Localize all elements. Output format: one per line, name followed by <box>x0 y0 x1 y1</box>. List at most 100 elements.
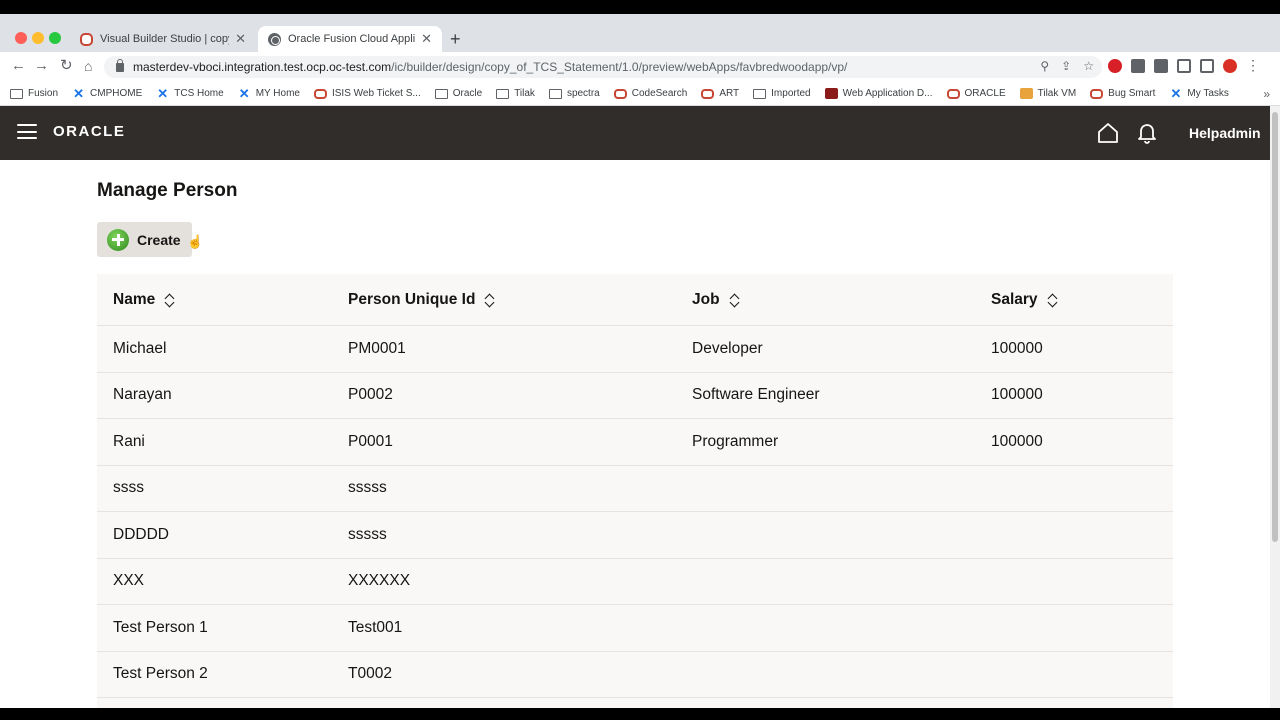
bookmark-label: ORACLE <box>964 88 1006 99</box>
app-extension-icon[interactable] <box>1131 59 1145 73</box>
bookmark-item[interactable]: Bug Smart <box>1090 88 1155 99</box>
browser-window: Visual Builder Studio | copy_of_TCS_Stat… <box>0 14 1280 708</box>
bookmark-item[interactable]: ✕ TCS Home <box>156 86 223 101</box>
bookmark-item[interactable]: ✕ CMPHOME <box>72 86 142 101</box>
table-row[interactable]: Test Person 2 T0002 <box>97 652 1173 698</box>
close-window-button[interactable] <box>15 32 27 44</box>
bookmark-label: Tilak VM <box>1037 88 1077 99</box>
bookmark-label: Tilak <box>514 88 535 99</box>
reload-icon[interactable]: ↻ <box>60 58 73 74</box>
column-header-name[interactable]: Name <box>113 274 175 325</box>
cell-name: Test Person 1 <box>113 618 208 636</box>
opera-extension-icon[interactable] <box>1108 59 1122 73</box>
sort-icon[interactable] <box>1048 293 1058 307</box>
cell-name: DDDDD <box>113 525 169 543</box>
table-row[interactable]: Narayan P0002 Software Engineer 100000 <box>97 373 1173 419</box>
tab-visual-builder[interactable]: Visual Builder Studio | copy_of_TCS_Stat… <box>70 26 256 52</box>
cell-person-id: T0002 <box>348 665 392 683</box>
puzzle-icon[interactable] <box>1154 59 1168 73</box>
user-menu[interactable]: Helpadmin <box>1189 125 1261 141</box>
scrollbar-thumb[interactable] <box>1272 112 1278 542</box>
bookmark-favicon-icon <box>824 88 838 99</box>
bookmark-favicon-icon <box>701 88 715 99</box>
bookmark-item[interactable]: ART <box>701 88 739 99</box>
bookmark-item[interactable]: Oracle <box>434 88 482 99</box>
oracle-icon <box>80 32 93 46</box>
add-icon <box>107 228 129 251</box>
close-icon[interactable]: ✕ <box>421 31 432 47</box>
table-row[interactable]: Test Person 3 T0003 <box>97 698 1173 708</box>
tab-oracle-fusion[interactable]: Oracle Fusion Cloud Applications ✕ <box>258 26 442 52</box>
cell-person-id: Test001 <box>348 618 403 636</box>
cell-salary: 100000 <box>991 339 1043 357</box>
maximize-window-button[interactable] <box>49 32 61 44</box>
bookmark-item[interactable]: spectra <box>548 88 600 99</box>
column-header-job[interactable]: Job <box>692 274 740 325</box>
bookmark-item[interactable]: CodeSearch <box>613 88 688 99</box>
table-row[interactable]: Michael PM0001 Developer 100000 <box>97 326 1173 373</box>
table-row[interactable]: Test Person 1 Test001 <box>97 605 1173 652</box>
bookmark-label: CodeSearch <box>631 88 688 99</box>
star-icon[interactable]: ☆ <box>1083 59 1094 73</box>
close-icon[interactable]: ✕ <box>235 31 246 47</box>
column-header-salary[interactable]: Salary <box>991 274 1058 325</box>
bookmark-label: My Tasks <box>1187 88 1229 99</box>
forward-icon[interactable]: → <box>34 58 49 74</box>
sort-icon[interactable] <box>730 293 740 307</box>
bookmark-item[interactable]: ORACLE <box>946 88 1006 99</box>
cell-job: Programmer <box>692 432 779 450</box>
bookmark-label: Imported <box>771 88 811 99</box>
bookmark-item[interactable]: Web Application D... <box>824 88 933 99</box>
person-table: Name Person Unique Id Job Salary Michael… <box>97 274 1173 708</box>
column-header-person-unique-id[interactable]: Person Unique Id <box>348 274 495 325</box>
bookmark-item[interactable]: ISIS Web Ticket S... <box>313 88 421 99</box>
bookmark-item[interactable]: ✕ My Tasks <box>1169 87 1229 100</box>
table-row[interactable]: Rani P0001 Programmer 100000 <box>97 419 1173 466</box>
cell-salary: 100000 <box>991 432 1043 450</box>
create-button[interactable]: Create <box>97 222 192 257</box>
hamburger-menu-icon[interactable] <box>17 124 37 139</box>
bookmarks-overflow-icon[interactable]: » <box>1263 87 1270 101</box>
new-tab-button[interactable]: + <box>450 30 461 48</box>
bookmark-item[interactable]: Tilak VM <box>1019 88 1077 99</box>
cell-person-id: sssss <box>348 525 387 543</box>
minimize-window-button[interactable] <box>32 32 44 44</box>
cross-icon: ✕ <box>73 86 84 101</box>
page-scrollbar[interactable] <box>1270 106 1280 708</box>
table-row[interactable]: DDDDD sssss <box>97 512 1173 559</box>
sort-icon[interactable] <box>485 293 495 307</box>
cell-person-id: XXXXXX <box>348 572 411 590</box>
profile-avatar[interactable] <box>1223 59 1237 73</box>
cell-person-id: T0003 <box>348 698 392 708</box>
bookmark-label: ART <box>719 88 740 99</box>
address-bar[interactable]: masterdev-vboci.integration.test.ocp.oc-… <box>104 56 1102 78</box>
home-button-icon[interactable]: ⌂ <box>84 58 92 74</box>
column-label: Person Unique Id <box>348 290 476 308</box>
column-label: Salary <box>991 290 1038 308</box>
bell-icon[interactable] <box>1137 122 1157 144</box>
cast-icon[interactable] <box>1177 59 1191 73</box>
bookmark-item[interactable]: Imported <box>753 88 811 99</box>
back-icon[interactable]: ← <box>11 58 26 74</box>
bookmark-label: Fusion <box>28 88 59 99</box>
folder-icon <box>434 88 448 99</box>
cell-name: Rani <box>113 432 145 450</box>
side-panel-icon[interactable] <box>1200 59 1214 73</box>
table-row[interactable]: ssss sssss <box>97 466 1173 512</box>
zoom-icon[interactable]: ⚲ <box>1040 59 1049 73</box>
cell-job: Developer <box>692 339 763 357</box>
share-icon[interactable]: ⇪ <box>1061 59 1071 73</box>
bookmark-item[interactable]: Fusion <box>10 88 58 99</box>
sort-icon[interactable] <box>165 293 175 307</box>
folder-icon <box>548 88 562 99</box>
table-row[interactable]: XXX XXXXXX <box>97 559 1173 605</box>
cross-icon: ✕ <box>157 86 169 101</box>
cell-name: Michael <box>113 339 167 357</box>
home-icon[interactable] <box>1097 122 1119 144</box>
tab-title: Visual Builder Studio | copy_of_TCS_Stat… <box>100 33 229 45</box>
more-menu-icon[interactable]: ⋮ <box>1246 58 1260 73</box>
cell-name: Narayan <box>113 386 172 404</box>
column-label: Name <box>113 290 156 308</box>
bookmark-item[interactable]: ✕ MY Home <box>238 87 300 100</box>
bookmark-item[interactable]: Tilak <box>496 88 535 99</box>
